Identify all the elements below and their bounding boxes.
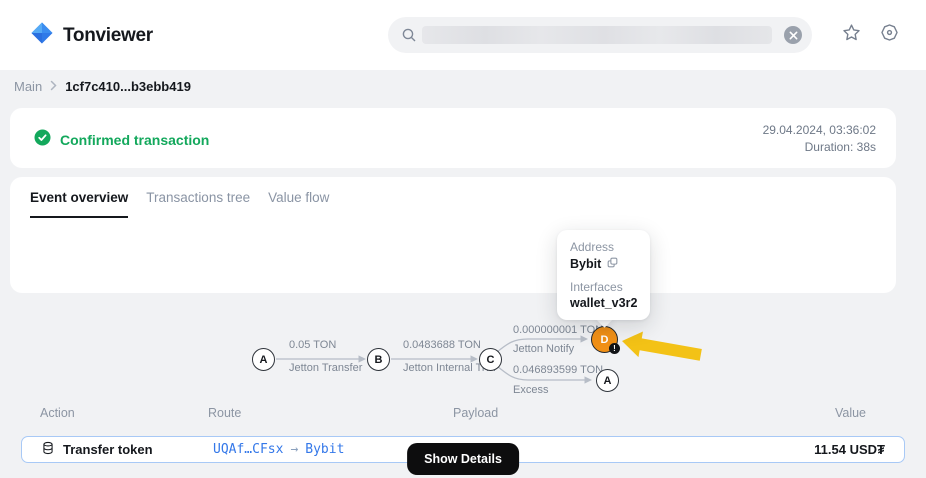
tooltip-address-value: Bybit — [570, 257, 601, 271]
tooltip-interfaces-label: Interfaces — [570, 280, 637, 294]
transaction-graph: 0.05 TON Jetton Transfer 0.0483688 TON J… — [0, 300, 926, 430]
brand[interactable]: Tonviewer — [30, 21, 153, 50]
tab-event-overview[interactable]: Event overview — [30, 190, 128, 218]
tonviewer-logo-icon — [30, 21, 54, 50]
search-input[interactable] — [388, 17, 812, 53]
edge-label: Excess — [513, 384, 548, 396]
star-icon — [841, 22, 862, 48]
tooltip-interfaces-value: wallet_v3r2 — [570, 296, 637, 310]
graph-node-c[interactable]: C — [479, 348, 502, 371]
database-icon — [41, 441, 55, 458]
search-redacted-text — [422, 26, 772, 44]
search-clear-button[interactable] — [784, 26, 802, 44]
copy-icon[interactable] — [606, 256, 619, 272]
transaction-duration: Duration: 38s — [763, 139, 876, 156]
breadcrumb-main-link[interactable]: Main — [14, 79, 42, 94]
graph-node-a[interactable]: A — [252, 348, 275, 371]
route-from-address-link[interactable]: UQAf…CFsx — [213, 442, 283, 457]
transfer-value: 11.54 USD₮ — [814, 437, 885, 462]
status-text: Confirmed transaction — [60, 132, 209, 148]
settings-icon — [879, 22, 900, 48]
chevron-right-icon — [50, 79, 57, 94]
edge-amount: 0.05 TON — [289, 339, 336, 351]
node-letter: D — [601, 334, 609, 346]
show-details-button[interactable]: Show Details — [407, 443, 519, 475]
action-label: Transfer token — [63, 442, 153, 457]
settings-button[interactable] — [878, 24, 900, 46]
edge-amount: 0.0483688 TON — [403, 339, 481, 351]
exclamation-icon: ! — [609, 343, 620, 354]
tooltip-address-label: Address — [570, 240, 637, 254]
brand-name: Tonviewer — [63, 25, 153, 47]
tab-transactions-tree[interactable]: Transactions tree — [146, 190, 250, 218]
edge-amount: 0.046893599 TON — [513, 364, 603, 376]
address-tooltip: Address Bybit Interfaces wallet_v3r2 — [557, 230, 650, 320]
edge-label: Jetton Transfer — [289, 362, 362, 374]
transaction-status-card: Confirmed transaction 29.04.2024, 03:36:… — [10, 108, 896, 168]
top-bar: Tonviewer — [0, 0, 926, 70]
event-card: Event overview Transactions tree Value f… — [10, 177, 896, 293]
tab-value-flow[interactable]: Value flow — [268, 190, 329, 218]
graph-node-a2[interactable]: A — [596, 369, 619, 392]
route-arrow: → — [290, 442, 298, 457]
graph-node-d-highlighted[interactable]: D ! — [591, 326, 618, 353]
check-circle-icon — [34, 129, 51, 151]
breadcrumb: Main 1cf7c410...b3ebb419 — [14, 79, 191, 94]
search-icon — [401, 27, 417, 48]
breadcrumb-transaction-hash: 1cf7c410...b3ebb419 — [65, 79, 191, 94]
transaction-timestamp: 29.04.2024, 03:36:02 — [763, 122, 876, 139]
edge-label: Jetton Notify — [513, 343, 574, 355]
yellow-arrow-annotation — [620, 328, 703, 367]
favorites-button[interactable] — [840, 24, 862, 46]
edge-amount: 0.000000001 TON — [513, 324, 603, 336]
graph-node-b[interactable]: B — [367, 348, 390, 371]
route-to-address-link[interactable]: Bybit — [305, 442, 344, 457]
tab-bar: Event overview Transactions tree Value f… — [10, 177, 896, 218]
